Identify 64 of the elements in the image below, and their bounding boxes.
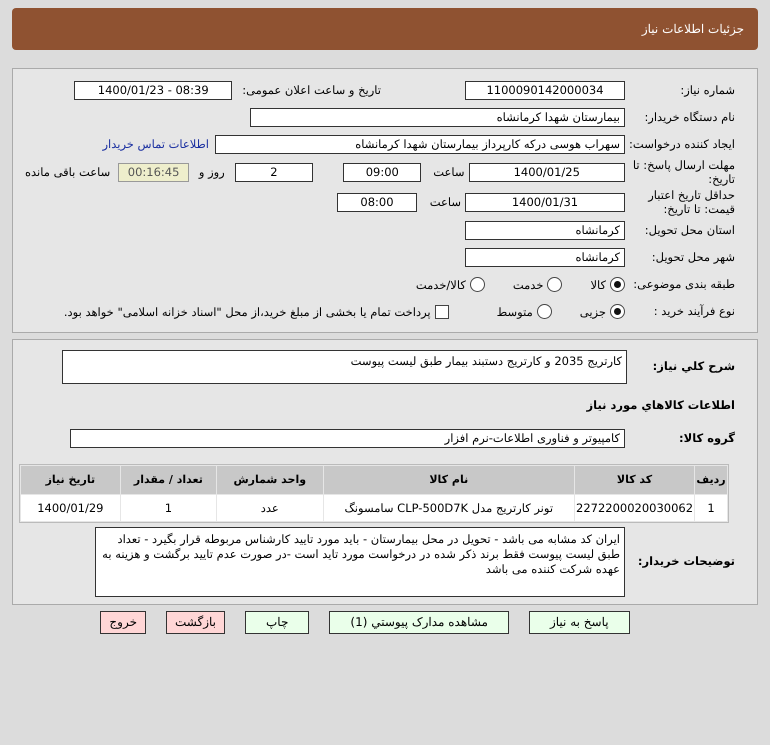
checkbox-label: پرداخت تمام یا بخشی از مبلغ خرید،از محل "اسناد خزانه اسلامی" خواهد بود. [62, 304, 432, 318]
field-label: شهر محل تحویل: [650, 250, 735, 265]
city-field: کرمانشاه [465, 248, 625, 267]
column-header: تعداد / مقدار [120, 466, 216, 494]
radio-label: متوسط [496, 304, 534, 318]
section-title: اطلاعات کالاهاي مورد نیاز [586, 398, 735, 412]
field-label: ساعت باقی مانده [24, 165, 112, 180]
time-field: 08:00 [337, 192, 417, 212]
date-field: 1400/01/31 [465, 192, 625, 212]
time-field: 09:00 [343, 162, 422, 182]
column-header: کد کالا [575, 466, 694, 494]
field-label: روز و [197, 165, 226, 180]
field-label: ساعت [432, 165, 466, 180]
remaining-time-field: 00:16:45 [118, 162, 189, 182]
radio-label: خدمت [512, 278, 544, 292]
field-label: حداقل تاریخ اعتبار قیمت: تا تاریخ: [646, 188, 735, 216]
description-field: کارتریج 2035 و کارتریج دستبند بیمار طبق لیست پیوست [62, 350, 627, 384]
date-field: 1400/01/25 [468, 162, 625, 182]
field-label: طبقه بندی موضوعی: [632, 277, 735, 292]
column-header: واحد شمارش [217, 466, 323, 494]
field-label: ایجاد کننده درخواست: [628, 136, 735, 152]
action-button[interactable]: مشاهده مدارک پیوستي (1) [329, 610, 509, 634]
action-button[interactable]: بازگشت [166, 610, 225, 634]
field-label: استان محل تحویل: [644, 223, 735, 238]
table-cell: 1 [695, 494, 727, 520]
buyer-notes-field: ایران کد مشابه می باشد - تحویل در محل بیمارستان - باید مورد تایید کارشناس مربوطه قرار بگیرد - تعداد طبق لیست پیوست فقط برند ذکر شده در درخواست مورد تاید است -در صورت عدم تایید برگشت و هزینه به عهده شرکت کننده می باشد [95, 526, 625, 596]
action-button[interactable]: چاپ [245, 610, 310, 634]
table-cell: 1400/01/29 [21, 494, 120, 520]
province-field: کرمانشاه [465, 221, 625, 240]
column-header: تاریخ نیاز [21, 466, 120, 494]
table-cell: 1 [120, 494, 216, 520]
action-button[interactable]: خروج [100, 610, 146, 634]
field-label: نام دستگاه خریدار: [643, 110, 735, 124]
buyer-field: بیمارستان شهدا کرمانشاه [250, 108, 625, 126]
field-label: توضیحات خریدار: [636, 554, 735, 569]
column-header: ردیف [695, 466, 727, 494]
field-label: ساعت [428, 195, 462, 210]
radio-label: کالا/خدمت [414, 278, 467, 292]
radio-button[interactable] [470, 277, 485, 292]
contact-link[interactable]: اطلاعات تماس خریدار [102, 137, 209, 151]
radio-button[interactable] [547, 277, 562, 292]
days-field: 2 [234, 162, 314, 182]
field-label: شرح کلي نیاز: [652, 359, 735, 374]
radio-button[interactable] [610, 277, 625, 292]
table-cell: تونر کارتریج مدل CLP-500D7K سامسونگ [324, 494, 574, 520]
action-button[interactable]: پاسخ به نیاز [528, 610, 630, 634]
table-cell: عدد [217, 494, 323, 520]
field-label: گروه کالا: [678, 431, 735, 446]
page-title: جزئیات اطلاعات نیاز [642, 22, 744, 36]
radio-button[interactable] [536, 304, 552, 319]
creator-field: سهراب هوسی درکه کارپرداز بیمارستان شهدا کرمانشاه [215, 134, 625, 154]
radio-button[interactable] [610, 304, 625, 319]
table-cell: 2272200020030062 [575, 494, 694, 520]
field-label: مهلت ارسال پاسخ: تا تاریخ: [632, 158, 735, 187]
need-number-field: 1100090142000034 [465, 80, 625, 100]
checkbox[interactable] [434, 304, 449, 318]
radio-label: جزیی [578, 304, 607, 318]
field-label: شماره نیاز: [679, 82, 735, 98]
announce-date-field: 1400/01/23 - 08:39 [74, 80, 232, 100]
field-label: نوع فرآیند خرید : [652, 304, 735, 319]
radio-label: کالا [589, 278, 607, 292]
column-header: نام کالا [324, 466, 574, 494]
goods-group-field: کامپیوتر و فناوری اطلاعات-نرم افزار [70, 429, 625, 448]
field-label: تاریخ و ساعت اعلان عمومی: [241, 83, 382, 97]
